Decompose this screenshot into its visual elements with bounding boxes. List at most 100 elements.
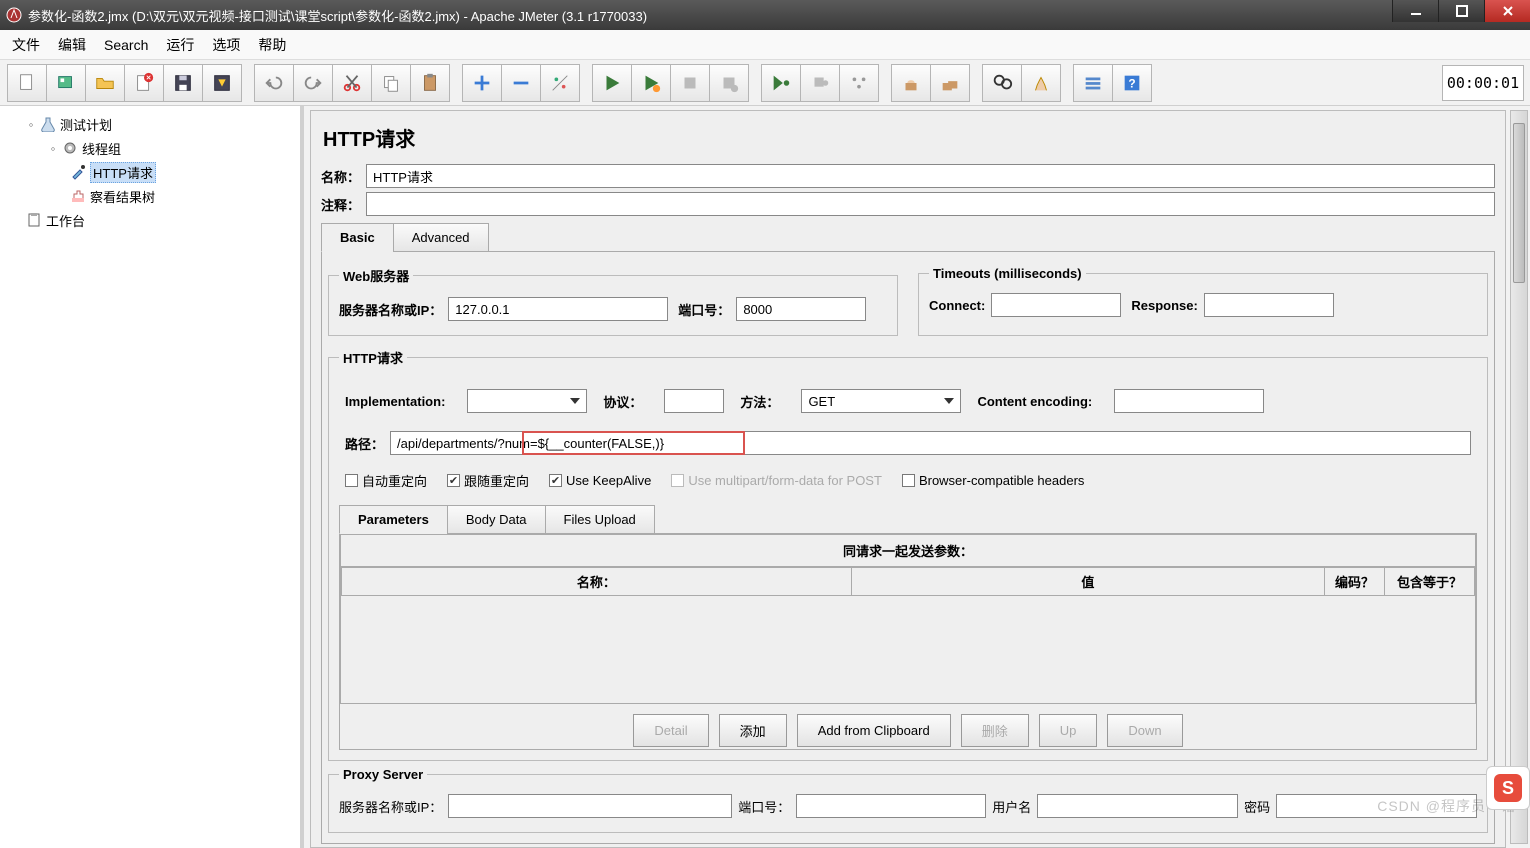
add-clipboard-button[interactable]: Add from Clipboard xyxy=(797,714,951,747)
menu-edit[interactable]: 编辑 xyxy=(58,35,86,55)
add-button[interactable]: 添加 xyxy=(719,714,787,747)
tab-body-data[interactable]: Body Data xyxy=(447,505,546,534)
templates-button[interactable] xyxy=(46,64,86,102)
up-button[interactable]: Up xyxy=(1039,714,1098,747)
tree-node-test-plan[interactable]: ◦ 测试计划 xyxy=(4,112,296,136)
parameters-table[interactable]: 同请求一起发送参数： 名称： 值 编码？ 包含等于？ xyxy=(340,534,1476,704)
proxy-server-input[interactable] xyxy=(448,794,732,818)
proxy-legend: Proxy Server xyxy=(339,767,427,782)
start-button[interactable] xyxy=(592,64,632,102)
window-maximize-button[interactable] xyxy=(1438,0,1484,22)
remote-shutdown-button[interactable] xyxy=(839,64,879,102)
test-plan-tree[interactable]: ◦ 测试计划 ◦ 线程组 HTTP请求 察看结果树 工作台 xyxy=(0,106,304,848)
save-button[interactable] xyxy=(163,64,203,102)
method-select[interactable]: GET xyxy=(801,389,961,413)
tree-node-http-request[interactable]: HTTP请求 xyxy=(4,160,296,184)
svg-text:?: ? xyxy=(1128,76,1135,90)
clear-button[interactable] xyxy=(891,64,931,102)
down-button[interactable]: Down xyxy=(1107,714,1182,747)
protocol-input[interactable] xyxy=(664,389,724,413)
function-helper-button[interactable] xyxy=(1073,64,1113,102)
comment-label: 注释： xyxy=(321,195,360,214)
close-button[interactable] xyxy=(124,64,164,102)
connect-input[interactable] xyxy=(991,293,1121,317)
paste-button[interactable] xyxy=(410,64,450,102)
encoding-label: Content encoding: xyxy=(977,394,1092,409)
path-input[interactable] xyxy=(390,431,1471,455)
redo-button[interactable] xyxy=(293,64,333,102)
detail-button[interactable]: Detail xyxy=(633,714,708,747)
window-titlebar: 参数化-函数2.jmx (D:\双元\双元视频-接口测试\课堂script\参数… xyxy=(0,0,1530,30)
remote-stop-button[interactable] xyxy=(800,64,840,102)
results-tree-icon xyxy=(70,188,86,204)
comment-input[interactable] xyxy=(366,192,1495,216)
reset-search-button[interactable] xyxy=(1021,64,1061,102)
collapse-button[interactable] xyxy=(501,64,541,102)
name-input[interactable] xyxy=(366,164,1495,188)
remote-start-button[interactable] xyxy=(761,64,801,102)
start-no-pause-button[interactable] xyxy=(631,64,671,102)
delete-button[interactable]: 删除 xyxy=(961,714,1029,747)
proxy-user-label: 用户名 xyxy=(992,797,1031,816)
tab-advanced[interactable]: Advanced xyxy=(393,223,489,252)
window-close-button[interactable] xyxy=(1484,0,1530,22)
parameters-caption: 同请求一起发送参数： xyxy=(341,535,1475,567)
clear-all-button[interactable] xyxy=(930,64,970,102)
shutdown-button[interactable] xyxy=(709,64,749,102)
proxy-group: Proxy Server 服务器名称或IP： 端口号： 用户名 密码 xyxy=(328,767,1488,833)
elapsed-timer: 00:00:01 xyxy=(1442,65,1524,101)
help-button[interactable]: ? xyxy=(1112,64,1152,102)
auto-redirect-checkbox[interactable]: 自动重定向 xyxy=(345,471,427,490)
response-label: Response: xyxy=(1131,298,1197,313)
server-input[interactable] xyxy=(448,297,668,321)
tree-node-view-results[interactable]: 察看结果树 xyxy=(4,184,296,208)
tree-node-thread-group[interactable]: ◦ 线程组 xyxy=(4,136,296,160)
col-name: 名称： xyxy=(342,568,852,596)
new-button[interactable] xyxy=(7,64,47,102)
menu-options[interactable]: 选项 xyxy=(212,35,240,55)
window-minimize-button[interactable] xyxy=(1392,0,1438,22)
flask-icon xyxy=(40,116,56,132)
expand-button[interactable] xyxy=(462,64,502,102)
tree-node-workbench[interactable]: 工作台 xyxy=(4,208,296,232)
menu-help[interactable]: 帮助 xyxy=(258,35,286,55)
open-button[interactable] xyxy=(85,64,125,102)
tree-toggle-icon[interactable]: ◦ xyxy=(26,117,36,132)
stop-button[interactable] xyxy=(670,64,710,102)
encoding-input[interactable] xyxy=(1114,389,1264,413)
pipette-icon xyxy=(70,164,86,180)
scrollbar-thumb[interactable] xyxy=(1513,123,1525,283)
port-label: 端口号： xyxy=(678,300,730,319)
tab-parameters[interactable]: Parameters xyxy=(339,505,448,534)
tab-files-upload[interactable]: Files Upload xyxy=(545,505,655,534)
config-tabs: Basic Advanced xyxy=(321,222,1495,251)
keepalive-checkbox[interactable]: ✔Use KeepAlive xyxy=(549,473,651,488)
name-label: 名称： xyxy=(321,167,360,186)
http-legend: HTTP请求 xyxy=(339,348,407,367)
web-server-legend: Web服务器 xyxy=(339,266,413,285)
protocol-label: 协议： xyxy=(603,392,642,411)
browser-headers-checkbox[interactable]: Browser-compatible headers xyxy=(902,473,1084,488)
copy-button[interactable] xyxy=(371,64,411,102)
proxy-port-input[interactable] xyxy=(796,794,986,818)
response-input[interactable] xyxy=(1204,293,1334,317)
ime-indicator[interactable]: S xyxy=(1486,766,1530,810)
proxy-user-input[interactable] xyxy=(1037,794,1238,818)
proxy-server-label: 服务器名称或IP： xyxy=(339,797,442,816)
menu-file[interactable]: 文件 xyxy=(12,35,40,55)
menu-search[interactable]: Search xyxy=(104,37,148,53)
param-tabs: Parameters Body Data Files Upload xyxy=(339,504,1477,533)
multipart-checkbox[interactable]: Use multipart/form-data for POST xyxy=(671,473,882,488)
implementation-select[interactable] xyxy=(467,389,587,413)
search-button[interactable] xyxy=(982,64,1022,102)
toggle-button[interactable] xyxy=(540,64,580,102)
undo-button[interactable] xyxy=(254,64,294,102)
follow-redirect-checkbox[interactable]: ✔跟随重定向 xyxy=(447,471,529,490)
port-input[interactable] xyxy=(736,297,866,321)
tab-basic[interactable]: Basic xyxy=(321,223,394,252)
tree-toggle-icon[interactable]: ◦ xyxy=(48,141,58,156)
cut-button[interactable] xyxy=(332,64,372,102)
menu-run[interactable]: 运行 xyxy=(166,35,194,55)
save-as-button[interactable] xyxy=(202,64,242,102)
vertical-scrollbar[interactable] xyxy=(1510,110,1528,844)
